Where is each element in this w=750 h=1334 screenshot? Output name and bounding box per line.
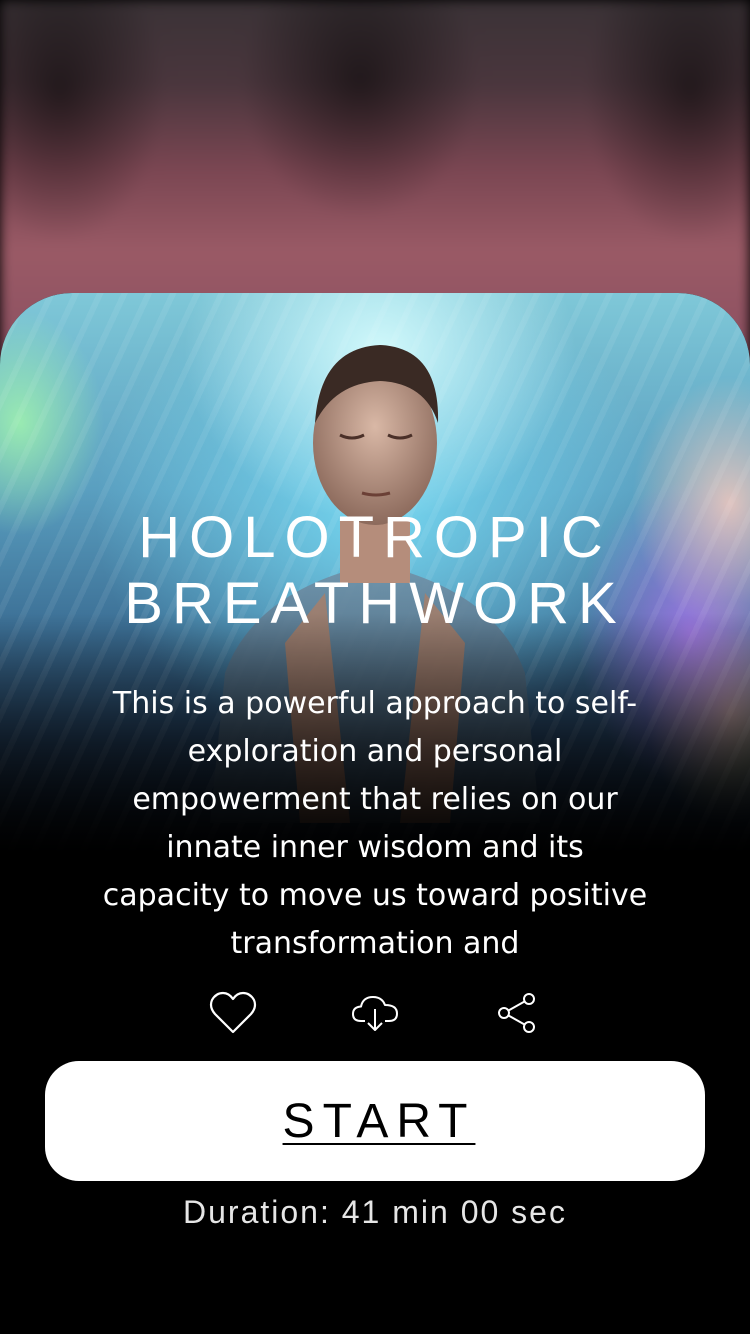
action-bar [0,988,750,1038]
download-button[interactable] [350,988,400,1038]
share-button[interactable] [492,988,542,1038]
start-button-label: START [282,1094,476,1148]
session-title-line-2: BREATHWORK [124,571,626,636]
session-title: HOLOTROPIC BREATHWORK [0,505,750,637]
start-button[interactable]: START [45,1061,705,1181]
duration-minutes: 41 min [341,1194,450,1230]
share-icon [498,993,535,1033]
session-title-line-1: HOLOTROPIC [138,505,612,570]
session-description: This is a powerful approach to self-expl… [102,686,648,961]
like-button[interactable] [208,988,258,1038]
duration-info: Duration: 41 min 00 sec [0,1194,750,1231]
duration-seconds: 00 sec [460,1194,567,1230]
heart-icon [209,991,257,1034]
duration-label: Duration: [183,1194,331,1230]
cloud-download-icon [352,996,398,1031]
